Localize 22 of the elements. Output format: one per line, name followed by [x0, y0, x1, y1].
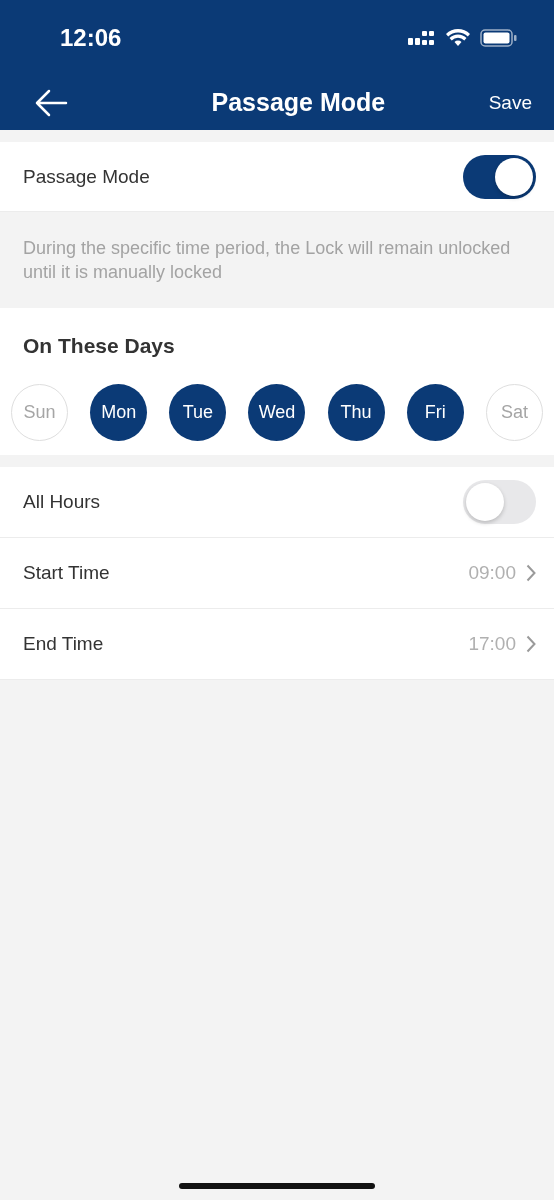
toggle-switch[interactable]: [463, 480, 536, 524]
day-toggle[interactable]: Tue: [169, 384, 227, 441]
wifi-icon: [446, 28, 470, 47]
toggle-switch[interactable]: [463, 154, 536, 199]
description-text: During the specific time period, the Lock will remain unlocked until it is manually locked: [22, 237, 512, 284]
save-button[interactable]: Save: [488, 91, 532, 114]
back-button[interactable]: [34, 88, 68, 117]
setting-label: End Time: [23, 633, 104, 655]
status-time: 12:06: [60, 23, 122, 52]
day-toggle[interactable]: Fri: [406, 384, 464, 441]
setting-label: Start Time: [23, 562, 110, 584]
setting-label: All Hours: [23, 491, 101, 513]
chevron-icon: [526, 635, 536, 653]
section-title: On These Days: [22, 334, 176, 358]
page-title: Passage Mode: [211, 88, 386, 117]
chevron-icon: [526, 564, 536, 582]
day-toggle[interactable]: Thu: [327, 384, 385, 441]
signal-icon: [408, 28, 436, 47]
setting-label: Passage Mode: [23, 165, 150, 188]
day-toggle[interactable]: Mon: [90, 384, 148, 441]
day-toggle[interactable]: Wed: [248, 384, 306, 441]
battery-icon: [480, 28, 518, 47]
